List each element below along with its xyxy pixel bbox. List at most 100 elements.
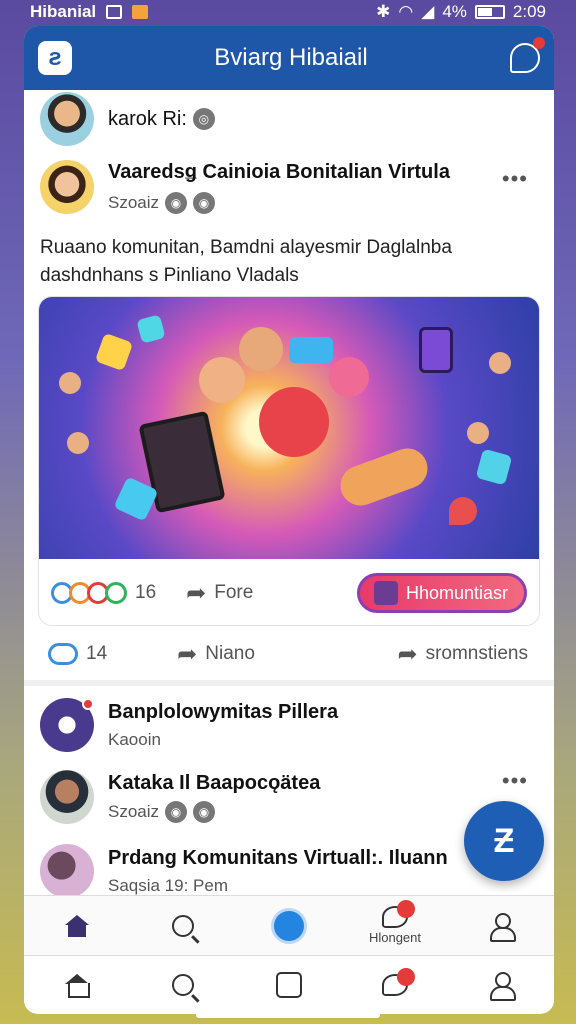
nav-search[interactable]: [130, 914, 236, 937]
nav-messages[interactable]: Hlongent: [342, 900, 448, 945]
messages-icon[interactable]: [510, 37, 545, 73]
nav-search[interactable]: [130, 973, 236, 996]
avatar[interactable]: [40, 844, 94, 895]
notification-icon: [132, 5, 149, 19]
post-action-row: 14 ➦ Niano ➦ sromnstiens: [48, 636, 528, 672]
share-button[interactable]: Niano: [205, 643, 255, 665]
character-head: [259, 387, 329, 457]
share-button[interactable]: Fore: [214, 582, 253, 604]
comment-button[interactable]: sromnstiens: [426, 643, 528, 665]
home-icon: [64, 914, 90, 937]
reactions[interactable]: [51, 582, 127, 604]
list-item-title: Prdang Komunitans Virtuall:. Iluann: [108, 846, 448, 869]
list-item[interactable]: Banplolowymitas Pillera Kaooin: [40, 692, 540, 758]
post-card-actions: 16 ➦ Fore Hhomuntiasr: [39, 559, 539, 625]
notification-dot: [533, 37, 545, 49]
nav-home[interactable]: [24, 973, 130, 998]
user-row[interactable]: karok Ri: ◎: [40, 90, 215, 148]
profile-icon: [488, 971, 516, 1001]
globe-icon: ◉: [165, 800, 188, 823]
share-icon[interactable]: ➦: [186, 579, 206, 608]
list-item-subtitle: Szoaiz: [108, 801, 160, 821]
like-count: 14: [86, 643, 108, 664]
carrier-text: Hibanial: [30, 2, 97, 21]
notification-dot: [82, 698, 94, 710]
nav-messages-label: Hlongent: [368, 930, 422, 945]
post-text-line: Ruaano komunitan, Bamdni alayesmir Dagla…: [40, 237, 452, 258]
search-icon: [172, 914, 194, 937]
phone-tile: [419, 327, 453, 373]
app-window: ƨ Bviarg Hibaiail karok Ri: ◎ Vaaredsǥ C…: [24, 26, 554, 1014]
join-community-button[interactable]: Hhomuntiasr: [357, 573, 527, 613]
character-head: [329, 357, 369, 397]
reaction-count: 16: [135, 582, 157, 603]
bottom-nav: Hlongent: [24, 895, 554, 955]
notification-badge: [397, 900, 416, 918]
post-card[interactable]: 16 ➦ Fore Hhomuntiasr: [38, 296, 540, 626]
list-item-title: Banplolowymitas Pillera: [108, 700, 339, 723]
app-title: Bviarg Hibaiail: [214, 44, 368, 71]
group-icon: ◉: [193, 191, 216, 214]
post-text-line: dashdnhans s Pinliano Vladals: [40, 265, 299, 286]
share-icon[interactable]: ➦: [177, 640, 197, 669]
avatar[interactable]: [40, 92, 94, 146]
list-item[interactable]: Kataka Il Baapocǫätea Szoaiz ◉ ◉ •••: [40, 764, 540, 830]
post-header: Vaaredsǥ Cainioia Bonitalian Virtula Szo…: [40, 160, 540, 214]
character-head: [239, 327, 283, 371]
signal-icon: ◢: [421, 2, 435, 21]
app-logo-icon[interactable]: ƨ: [38, 41, 72, 75]
list-item-title: Kataka Il Baapocǫätea: [108, 771, 321, 794]
community-thumbnail: [374, 581, 398, 605]
battery-icon: [474, 5, 505, 19]
nav-profile[interactable]: [448, 971, 554, 1001]
character-head: [59, 372, 81, 394]
wifi-icon: ◠: [398, 2, 414, 21]
character-head: [467, 422, 489, 444]
nav-shop[interactable]: [236, 971, 342, 998]
character-head: [489, 352, 511, 374]
list-item-subtitle: Kaooin: [108, 729, 161, 749]
profile-icon: [488, 912, 516, 942]
more-options-icon[interactable]: •••: [502, 166, 528, 192]
home-indicator[interactable]: [196, 1012, 380, 1018]
join-button-label: Hhomuntiasr: [406, 582, 509, 603]
nav-create[interactable]: [236, 907, 342, 944]
feed[interactable]: karok Ri: ◎ Vaaredsǥ Cainioia Bonitalian…: [24, 90, 554, 895]
compose-fab[interactable]: Ƶ: [464, 801, 544, 881]
globe-icon: ◉: [165, 191, 188, 214]
create-post-icon: [271, 907, 307, 944]
verified-icon: ◎: [192, 108, 215, 130]
bag-icon: [276, 971, 302, 998]
post-title[interactable]: Vaaredsǥ Cainioia Bonitalian Virtula: [108, 161, 450, 184]
location-pin-icon: [449, 497, 477, 525]
status-bar: Hibanial ✱ ◠ ◢ 4% 2:09: [0, 0, 576, 24]
post-image[interactable]: [39, 297, 539, 559]
nav-chat[interactable]: [342, 967, 448, 996]
character-head: [67, 432, 89, 454]
bluetooth-icon: ✱: [376, 2, 391, 21]
user-name: karok Ri:: [108, 107, 187, 130]
chat-tile: [289, 337, 333, 363]
haha-reaction-icon: [105, 582, 127, 604]
more-options-icon[interactable]: •••: [502, 768, 528, 794]
music-note-tile: [136, 314, 166, 344]
post-body: Ruaano komunitan, Bamdni alayesmir Dagla…: [40, 234, 540, 290]
post-subtitle: Szoaiz: [108, 192, 160, 212]
comment-share-icon[interactable]: ➦: [397, 640, 417, 669]
community-avatar[interactable]: [40, 698, 94, 752]
music-note-tile: [475, 448, 513, 486]
nav-home[interactable]: [24, 914, 130, 937]
character-leg: [334, 442, 434, 512]
app-header: ƨ Bviarg Hibaiail: [24, 26, 554, 90]
character-head: [199, 357, 245, 403]
nav-profile[interactable]: [448, 912, 554, 942]
list-item-subtitle: Saqsia 19: Pem: [108, 875, 229, 895]
avatar[interactable]: [40, 770, 94, 824]
search-icon: [172, 973, 194, 996]
post-author-avatar[interactable]: [40, 160, 94, 214]
group-icon: ◉: [193, 800, 216, 823]
clock: 2:09: [512, 2, 546, 21]
like-icon[interactable]: [48, 643, 78, 665]
music-note-tile: [94, 332, 134, 372]
battery-percent: 4%: [442, 2, 467, 21]
